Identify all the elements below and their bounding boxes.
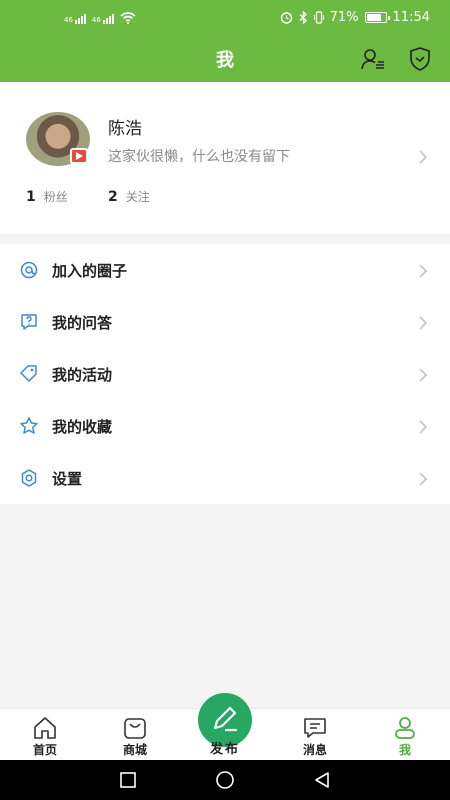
chevron-right-icon — [419, 264, 428, 278]
network-type: 46 — [64, 16, 73, 24]
back-icon[interactable] — [312, 770, 332, 790]
star-icon — [20, 417, 38, 434]
status-right: 71% 11:54 — [280, 10, 430, 25]
circle-icon — [20, 261, 38, 279]
menu-item-label: 设置 — [52, 470, 83, 488]
signal-icon-2: 46 — [92, 14, 114, 24]
chevron-right-icon — [419, 472, 428, 486]
shop-icon — [124, 718, 146, 739]
system-nav-bar — [0, 760, 450, 800]
tab-mall[interactable]: 商城 — [105, 709, 165, 761]
username: 陈浩 — [108, 119, 142, 139]
tab-me[interactable]: 我 — [375, 709, 435, 761]
qa-icon — [21, 314, 37, 330]
home-icon — [34, 717, 56, 739]
followers-count: 1 — [26, 189, 36, 205]
publish-label: 发布 — [209, 742, 240, 757]
message-icon — [304, 718, 326, 738]
menu-item-settings[interactable]: 设置 — [0, 452, 450, 504]
menu-item-qa[interactable]: 我的问答 — [0, 296, 450, 348]
bluetooth-icon — [299, 11, 307, 24]
tab-messages-label: 消息 — [302, 743, 327, 757]
following-stat[interactable]: 2 关注 — [108, 188, 150, 205]
recent-apps-icon[interactable] — [118, 770, 138, 790]
menu-item-label: 我的收藏 — [52, 418, 113, 436]
tab-messages[interactable]: 消息 — [285, 709, 345, 761]
menu-item-favorites[interactable]: 我的收藏 — [0, 400, 450, 452]
page-header: 我 — [0, 36, 450, 82]
clock: 11:54 — [392, 10, 430, 25]
network-type-2: 46 — [91, 16, 101, 24]
following-label: 关注 — [125, 190, 150, 204]
menu-item-activities[interactable]: 我的活动 — [0, 348, 450, 400]
menu-item-label: 我的问答 — [52, 314, 113, 332]
menu-item-label: 我的活动 — [52, 366, 113, 384]
menu-item-label: 加入的圈子 — [52, 262, 128, 280]
user-list-icon[interactable] — [360, 46, 386, 72]
tab-mall-label: 商城 — [122, 743, 147, 757]
battery-percent: 71% — [329, 10, 359, 25]
wifi-icon — [120, 12, 136, 24]
tab-home[interactable]: 首页 — [15, 709, 75, 761]
vibrate-icon — [313, 11, 324, 24]
video-badge-icon — [70, 148, 88, 164]
status-left: 46 46 — [64, 12, 136, 24]
alarm-icon — [280, 12, 292, 24]
signal-icon: 46 — [64, 14, 86, 24]
followers-label: 粉丝 — [43, 190, 68, 204]
menu-list: 加入的圈子 我的问答 我的活动 我的收藏 设置 — [0, 244, 450, 504]
settings-icon — [21, 469, 37, 487]
chevron-right-icon — [419, 150, 428, 164]
chevron-right-icon — [419, 316, 428, 330]
chevron-right-icon — [419, 420, 428, 434]
chevron-right-icon — [419, 368, 428, 382]
battery-icon — [364, 12, 390, 23]
status-bar: 46 46 71% 11:54 — [0, 0, 450, 36]
home-button-icon[interactable] — [215, 770, 235, 790]
tag-icon — [20, 365, 37, 382]
followers-stat[interactable]: 1 粉丝 — [26, 188, 68, 205]
user-bio: 这家伙很懒，什么也没有留下 — [108, 149, 290, 165]
tab-home-label: 首页 — [32, 743, 57, 757]
tab-me-label: 我 — [398, 743, 411, 757]
profile-icon — [395, 717, 415, 739]
shield-icon[interactable] — [407, 46, 433, 72]
following-count: 2 — [108, 189, 118, 205]
profile-card[interactable]: 陈浩 这家伙很懒，什么也没有留下 1 粉丝 2 关注 — [0, 82, 450, 234]
menu-item-circles[interactable]: 加入的圈子 — [0, 244, 450, 296]
